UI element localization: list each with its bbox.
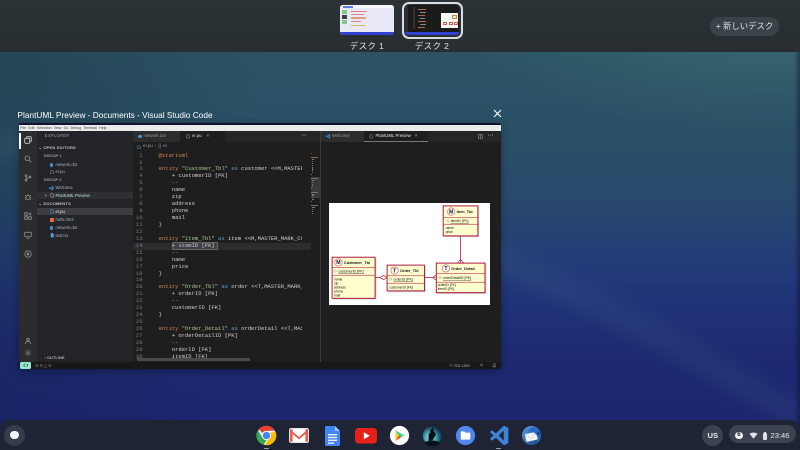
svg-text:orderDetailID [PK]: orderDetailID [PK] (443, 276, 471, 280)
svg-text:price: price (446, 230, 453, 234)
svg-text:M: M (336, 260, 340, 266)
svg-text:Order_Detail: Order_Detail (451, 266, 474, 271)
svg-text:customerID [PK]: customerID [PK] (338, 270, 364, 274)
svg-text:Item_Tbl: Item_Tbl (457, 209, 473, 214)
svg-text:customerID [FK]: customerID [FK] (389, 285, 413, 289)
svg-text:mail: mail (334, 294, 340, 298)
svg-text:itemID [PK]: itemID [PK] (451, 219, 469, 223)
svg-text:M: M (449, 209, 453, 215)
svg-text:Order_Tbl: Order_Tbl (400, 268, 419, 273)
svg-text:orderID [PK]: orderID [PK] (394, 278, 413, 282)
svg-text:itemID [FK]: itemID [FK] (438, 287, 455, 291)
svg-text:Customer_Tbl: Customer_Tbl (344, 260, 370, 265)
